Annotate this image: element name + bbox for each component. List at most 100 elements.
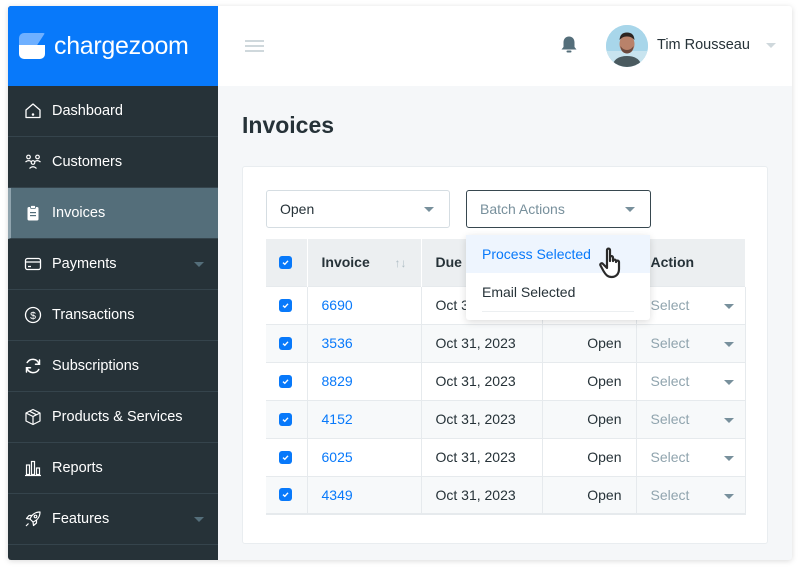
sidebar-item-transactions[interactable]: $ Transactions bbox=[8, 290, 218, 341]
select-all-checkbox[interactable] bbox=[279, 255, 292, 269]
brand-header[interactable]: chargezoom bbox=[8, 6, 218, 86]
table-row[interactable]: 8829 Oct 31, 2023 Open Select bbox=[266, 361, 746, 400]
credit-card-icon bbox=[23, 254, 43, 274]
row-select-cell bbox=[266, 437, 308, 476]
sidebar-item-label: Payments bbox=[52, 256, 117, 272]
due-date-cell: Oct 31, 2023 bbox=[421, 437, 543, 476]
chevron-down-icon bbox=[194, 517, 204, 522]
sidebar-nav: Dashboard Customers Invoices Payments $ … bbox=[8, 86, 218, 545]
status-cell: Open bbox=[542, 475, 637, 515]
sidebar-item-payments[interactable]: Payments bbox=[8, 239, 218, 290]
refresh-icon bbox=[23, 356, 43, 376]
due-date-cell: Oct 31, 2023 bbox=[421, 475, 543, 515]
menu-divider bbox=[482, 311, 634, 312]
due-date-cell: Oct 31, 2023 bbox=[421, 323, 543, 362]
table-body: 6690Oct 31, 2023OpenSelect3536Oct 31, 20… bbox=[266, 285, 746, 515]
sidebar-item-products-services[interactable]: Products & Services bbox=[8, 392, 218, 443]
sidebar-item-reports[interactable]: Reports bbox=[8, 443, 218, 494]
table-row[interactable]: 4152 Oct 31, 2023 Open Select bbox=[266, 399, 746, 438]
action-select-value: Select bbox=[650, 335, 690, 351]
invoice-link[interactable]: 8829 bbox=[322, 373, 353, 389]
invoice-cell: 3536 bbox=[307, 323, 422, 362]
status-filter-select[interactable]: Open bbox=[266, 190, 450, 228]
status-cell: Open bbox=[542, 437, 637, 476]
chevron-down-icon bbox=[724, 341, 734, 347]
row-select-cell bbox=[266, 323, 308, 362]
bar-chart-icon bbox=[23, 458, 43, 478]
row-select-cell bbox=[266, 285, 308, 324]
top-bar: Tim Rousseau bbox=[218, 6, 792, 86]
sidebar-item-label: Features bbox=[52, 511, 110, 527]
invoice-link[interactable]: 4152 bbox=[322, 411, 353, 427]
row-checkbox[interactable] bbox=[279, 298, 292, 312]
table-row[interactable]: 3536 Oct 31, 2023 Open Select bbox=[266, 323, 746, 362]
status-cell: Open bbox=[542, 323, 637, 362]
clipboard-icon bbox=[23, 203, 43, 223]
row-select-cell bbox=[266, 361, 308, 400]
sidebar-item-subscriptions[interactable]: Subscriptions bbox=[8, 341, 218, 392]
column-header-invoice[interactable]: Invoice ↑↓ bbox=[307, 239, 422, 286]
chevron-down-icon bbox=[724, 493, 734, 499]
home-icon bbox=[23, 101, 43, 121]
invoices-card: Open Batch Actions Invoice ↑↓ Due date S… bbox=[242, 166, 768, 544]
invoice-link[interactable]: 6690 bbox=[322, 297, 353, 313]
table-row[interactable]: 6025 Oct 31, 2023 Open Select bbox=[266, 437, 746, 476]
invoice-link[interactable]: 6025 bbox=[322, 449, 353, 465]
chevron-down-icon bbox=[424, 207, 434, 212]
sidebar-item-label: Subscriptions bbox=[52, 358, 140, 374]
invoice-link[interactable]: 4349 bbox=[322, 487, 353, 503]
chevron-down-icon bbox=[625, 207, 635, 212]
page-title: Invoices bbox=[242, 112, 335, 138]
action-select[interactable]: Select bbox=[636, 361, 746, 400]
action-select-value: Select bbox=[650, 449, 690, 465]
chevron-down-icon bbox=[194, 262, 204, 267]
sidebar-item-label: Invoices bbox=[52, 205, 106, 221]
sidebar-item-dashboard[interactable]: Dashboard bbox=[8, 86, 218, 137]
brand-name: chargezoom bbox=[54, 31, 189, 60]
avatar[interactable] bbox=[606, 25, 648, 67]
status-cell: Open bbox=[542, 399, 637, 438]
sidebar-item-label: Reports bbox=[52, 460, 103, 476]
app-window: chargezoom Dashboard Customers Invoices bbox=[8, 6, 792, 560]
action-select[interactable]: Select bbox=[636, 399, 746, 438]
due-date-cell: Oct 31, 2023 bbox=[421, 361, 543, 400]
sidebar: chargezoom Dashboard Customers Invoices bbox=[8, 6, 218, 560]
invoice-cell: 6025 bbox=[307, 437, 422, 476]
sidebar-item-invoices[interactable]: Invoices bbox=[8, 188, 218, 239]
row-checkbox[interactable] bbox=[279, 374, 292, 388]
invoice-link[interactable]: 3536 bbox=[322, 335, 353, 351]
chevron-down-icon bbox=[724, 417, 734, 423]
hand-pointer-cursor-icon bbox=[598, 247, 628, 286]
sort-icon[interactable]: ↑↓ bbox=[395, 256, 407, 270]
chevron-down-icon bbox=[724, 455, 734, 461]
action-select-value: Select bbox=[650, 297, 690, 313]
row-select-cell bbox=[266, 399, 308, 438]
chevron-down-icon bbox=[724, 379, 734, 385]
row-checkbox[interactable] bbox=[279, 412, 292, 426]
chargezoom-logo-icon bbox=[19, 33, 45, 59]
due-date-cell: Oct 31, 2023 bbox=[421, 399, 543, 438]
action-select-value: Select bbox=[650, 373, 690, 389]
action-select[interactable]: Select bbox=[636, 323, 746, 362]
action-select[interactable]: Select bbox=[636, 285, 746, 324]
invoice-cell: 4152 bbox=[307, 399, 422, 438]
sidebar-item-label: Transactions bbox=[52, 307, 135, 323]
sidebar-item-label: Customers bbox=[52, 154, 123, 170]
table-row[interactable]: 4349 Oct 31, 2023 Open Select bbox=[266, 475, 746, 515]
hamburger-icon[interactable] bbox=[245, 40, 264, 52]
chevron-down-icon[interactable] bbox=[766, 43, 776, 48]
sidebar-item-customers[interactable]: Customers bbox=[8, 137, 218, 188]
users-icon bbox=[23, 152, 43, 172]
row-checkbox[interactable] bbox=[279, 336, 292, 350]
sidebar-item-features[interactable]: Features bbox=[8, 494, 218, 545]
column-header-action: Action bbox=[636, 239, 746, 286]
action-select[interactable]: Select bbox=[636, 475, 746, 515]
dollar-circle-icon: $ bbox=[23, 305, 43, 325]
row-select-cell bbox=[266, 475, 308, 515]
row-checkbox[interactable] bbox=[279, 450, 292, 464]
bell-icon[interactable] bbox=[560, 35, 578, 60]
batch-actions-select[interactable]: Batch Actions bbox=[466, 190, 651, 228]
row-checkbox[interactable] bbox=[279, 488, 292, 502]
user-name[interactable]: Tim Rousseau bbox=[657, 37, 750, 53]
action-select[interactable]: Select bbox=[636, 437, 746, 476]
